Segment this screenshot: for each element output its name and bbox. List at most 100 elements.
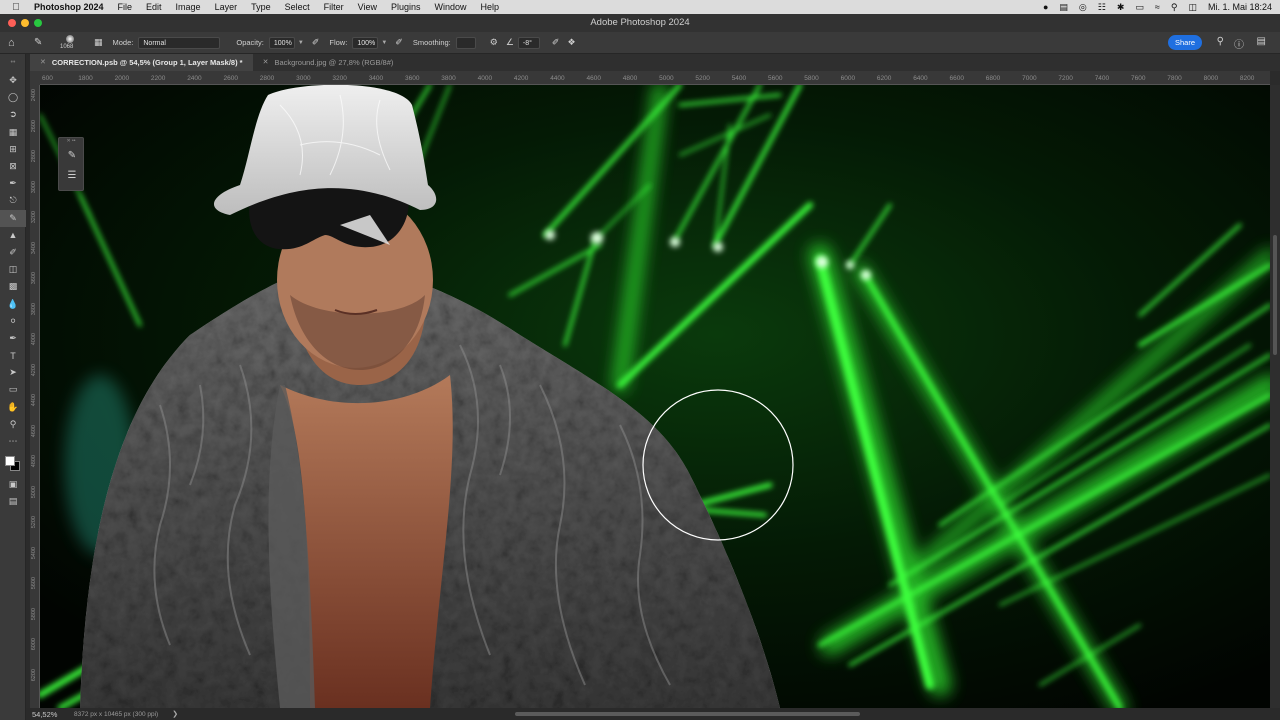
home-icon[interactable]: ⌂ [8, 37, 28, 49]
blur-tool-icon[interactable]: 💧 [0, 295, 26, 312]
gear-icon[interactable]: ⚙ [490, 37, 498, 48]
pressure-opacity-icon[interactable]: ✐ [312, 37, 320, 48]
menu-edit[interactable]: Edit [139, 2, 169, 12]
menu-window[interactable]: Window [428, 2, 474, 12]
airbrush-icon[interactable]: ✐ [395, 37, 403, 48]
menu-app-name[interactable]: Photoshop 2024 [22, 2, 111, 12]
symmetry-icon[interactable]: ❖ [567, 37, 575, 48]
ruler-tick-label: 4800 [31, 455, 37, 468]
history-brush-tool-icon[interactable]: ✐ [0, 244, 26, 261]
spotlight-icon[interactable]: ⚲ [1171, 2, 1178, 13]
quick-mask-icon[interactable]: ▣ [0, 476, 26, 493]
tab-correction[interactable]: ✕ CORRECTION.psb @ 54,5% (Group 1, Layer… [30, 54, 253, 71]
foreground-color-swatch[interactable] [5, 456, 15, 467]
tab-background[interactable]: ✕ Background.jpg @ 27,8% (RGB/8#) [253, 54, 404, 71]
ruler-tick-label: 1800 [78, 75, 93, 82]
brush-tool-preset-icon[interactable]: ✎ [34, 37, 52, 48]
menu-view[interactable]: View [351, 2, 384, 12]
ruler-tick-label: 4000 [477, 75, 493, 82]
battery-icon[interactable]: ▭ [1135, 2, 1144, 13]
menu-select[interactable]: Select [278, 2, 317, 12]
share-button[interactable]: Share [1168, 35, 1202, 50]
more-tools-icon[interactable]: ⋯ [0, 433, 26, 450]
crop-tool-icon[interactable]: ⊞ [0, 141, 26, 158]
angle-field[interactable]: -8° [517, 36, 540, 49]
smoothing-field[interactable] [455, 36, 476, 49]
zoom-level[interactable]: 54,52% [32, 710, 66, 719]
type-tool-icon[interactable]: T [0, 347, 26, 364]
pressure-size-icon[interactable]: ✐ [552, 37, 560, 48]
color-swatches[interactable] [0, 450, 26, 476]
menu-type[interactable]: Type [244, 2, 278, 12]
ruler-origin[interactable] [30, 71, 40, 85]
hand-tool-icon[interactable]: ✋ [0, 399, 26, 416]
brush-size-picker[interactable]: 1068 [56, 33, 86, 53]
ruler-tick-label: 6400 [913, 75, 928, 82]
dodge-tool-icon[interactable]: ⚪ [0, 313, 26, 330]
workspace-icon[interactable]: ▤ [1257, 36, 1266, 47]
brush-settings-icon[interactable]: ▦ [94, 37, 103, 48]
menu-filter[interactable]: Filter [317, 2, 351, 12]
panel-grip[interactable]: •• [0, 54, 26, 72]
menu-plugins[interactable]: Plugins [384, 2, 428, 12]
eraser-tool-icon[interactable]: ◫ [0, 261, 26, 278]
object-select-tool-icon[interactable]: ▦ [0, 124, 26, 141]
marquee-tool-icon[interactable]: ◯ [0, 89, 26, 106]
record-icon[interactable]: ● [1043, 2, 1048, 12]
flow-value: 100% [357, 39, 376, 47]
move-tool-icon[interactable]: ✥ [0, 72, 26, 89]
angle-icon[interactable]: ∠ [506, 37, 514, 48]
healing-brush-tool-icon[interactable]: ⎋ [0, 192, 26, 209]
screen-mode-icon[interactable]: ▤ [0, 493, 26, 510]
chevron-down-icon[interactable]: ▼ [298, 40, 304, 46]
rectangle-tool-icon[interactable]: ▭ [0, 381, 26, 398]
brush-settings-panel-icon[interactable]: ✎ [59, 145, 85, 165]
chevron-down-icon[interactable]: ▼ [381, 40, 387, 46]
frame-tool-icon[interactable]: ⊠ [0, 158, 26, 175]
control-center-icon[interactable]: ☷ [1098, 2, 1106, 13]
panel-header[interactable]: ✕ •• [59, 138, 83, 145]
minimize-window-button[interactable] [21, 19, 29, 27]
help-icon[interactable]: ⓘ [1234, 36, 1244, 51]
vertical-ruler[interactable]: 2400 2600 2800 3000 3200 3400 3600 3800 4000 4200… [30, 85, 40, 708]
zoom-window-button[interactable] [34, 19, 42, 27]
vertical-scrollbar[interactable] [1270, 85, 1280, 708]
mode-select[interactable]: Normal [138, 36, 221, 49]
horizontal-ruler[interactable]: 600 1800 2000 2200 2400 2600 2800 3000 3200 3400 3… [40, 71, 1270, 85]
switch-icon[interactable]: ◫ [1188, 2, 1197, 13]
menu-layer[interactable]: Layer [208, 2, 245, 12]
gradient-tool-icon[interactable]: ▩ [0, 278, 26, 295]
airdrop-icon[interactable]: ◎ [1079, 2, 1087, 13]
search-icon[interactable]: ⚲ [1217, 36, 1224, 47]
apple-icon[interactable]:  [10, 2, 22, 13]
path-selection-tool-icon[interactable]: ➤ [0, 364, 26, 381]
close-tab-icon[interactable]: ✕ [263, 54, 269, 71]
clone-stamp-tool-icon[interactable]: ▲ [0, 227, 26, 244]
pen-tool-icon[interactable]: ✒ [0, 330, 26, 347]
menu-file[interactable]: File [111, 2, 140, 12]
document-canvas[interactable]: ✕ •• ✎ ☰ [40, 85, 1270, 708]
ruler-tick-label: 5400 [731, 75, 747, 82]
eyedropper-tool-icon[interactable]: ✒ [0, 175, 26, 192]
scroll-thumb[interactable] [1273, 235, 1277, 355]
floating-properties-panel: ✕ •• ✎ ☰ [58, 137, 84, 191]
chevron-right-icon[interactable]: ❯ [172, 710, 178, 718]
adjustments-icon[interactable]: ☰ [59, 165, 85, 185]
horizontal-scrollbar[interactable] [515, 712, 860, 716]
lasso-tool-icon[interactable]: ➲ [0, 106, 26, 123]
ruler-tick-label: 4200 [31, 363, 37, 376]
brush-tip-preview [66, 34, 74, 43]
menu-image[interactable]: Image [169, 2, 208, 12]
menu-help[interactable]: Help [474, 2, 507, 12]
ruler-tick-label: 3800 [31, 302, 37, 315]
display-icon[interactable]: ▤ [1059, 2, 1068, 13]
flow-field[interactable]: 100% [352, 36, 379, 49]
menubar-clock[interactable]: Mi. 1. Mai 18:24 [1208, 2, 1272, 12]
close-tab-icon[interactable]: ✕ [40, 54, 46, 71]
opacity-field[interactable]: 100% [268, 36, 295, 49]
zoom-tool-icon[interactable]: ⚲ [0, 416, 26, 433]
brush-tool-icon[interactable]: ✎ [0, 209, 26, 227]
wifi-icon[interactable]: ≈ [1155, 2, 1160, 12]
close-window-button[interactable] [8, 19, 16, 27]
bluetooth-icon[interactable]: ✱ [1117, 2, 1125, 13]
